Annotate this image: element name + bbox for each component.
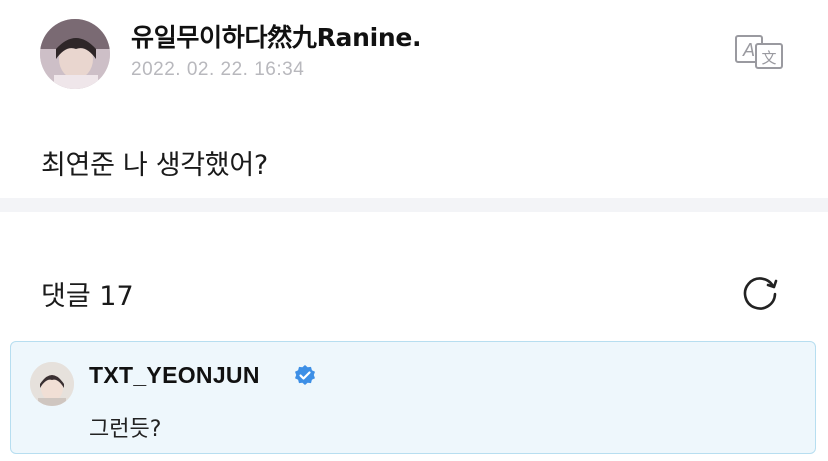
translate-button[interactable]: A 文	[734, 32, 786, 70]
commenter-name[interactable]: TXT_YEONJUN	[89, 362, 260, 389]
avatar-image	[40, 19, 110, 89]
author-avatar[interactable]	[40, 19, 110, 89]
post-timestamp: 2022. 02. 22. 16:34	[131, 59, 305, 80]
svg-text:文: 文	[761, 49, 776, 67]
comment-text: 그런듯?	[89, 417, 162, 442]
svg-text:A: A	[742, 40, 755, 60]
avatar-image	[30, 362, 74, 406]
comment-item[interactable]: TXT_YEONJUN 그런듯?	[10, 341, 816, 454]
translate-icon: A 文	[735, 35, 783, 69]
commenter-avatar[interactable]	[30, 362, 74, 406]
author-name[interactable]: 유일무이하다然九Ranine.	[131, 18, 422, 54]
comments-count-title: 댓글 17	[41, 281, 134, 312]
verified-badge-icon	[295, 365, 315, 385]
post-header: 유일무이하다然九Ranine. 2022. 02. 22. 16:34 A 文	[0, 0, 828, 110]
post-body: 최연준 나 생각했어?	[41, 150, 268, 181]
section-divider	[0, 198, 828, 212]
refresh-button[interactable]	[740, 272, 780, 312]
refresh-icon	[743, 277, 778, 310]
